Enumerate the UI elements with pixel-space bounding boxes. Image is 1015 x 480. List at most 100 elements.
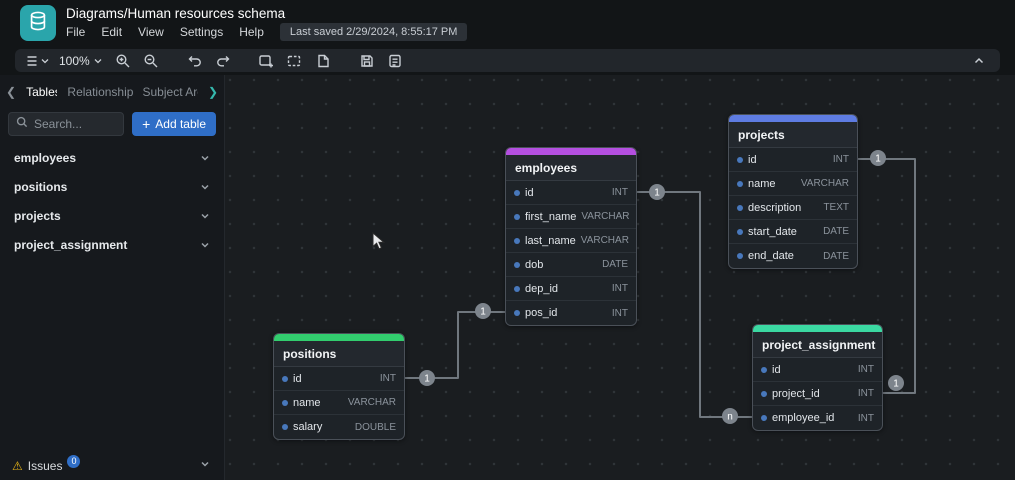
top-bar: Diagrams/Human resources schema File Edi… <box>0 0 1015 46</box>
issues-row[interactable]: ⚠ Issues 0 <box>0 452 224 480</box>
tabs-scroll-right-icon[interactable]: ❯ <box>208 86 218 98</box>
field-type: INT <box>611 187 628 198</box>
zoom-in-icon[interactable] <box>112 51 134 71</box>
field-key-icon <box>282 375 288 382</box>
field-key-icon <box>514 285 520 292</box>
field-name: dep_id <box>525 282 559 295</box>
field-name: pos_id <box>525 307 558 319</box>
issues-count-badge: 0 <box>67 454 81 468</box>
cardinality-badge: 1 <box>888 375 904 391</box>
sidebar-item-label: positions <box>14 179 68 194</box>
toolbar: 100% <box>15 49 1000 72</box>
table-field-row[interactable]: id INT <box>506 181 636 205</box>
field-name: id <box>293 372 302 385</box>
field-key-icon <box>737 180 743 187</box>
table-field-row[interactable]: id INT <box>274 367 404 391</box>
canvas[interactable]: 111n11 employees id INT first_name VARCHAR la… <box>225 75 1015 480</box>
table-field-row[interactable]: dep_id INT <box>506 277 636 301</box>
zoom-dropdown[interactable]: 100% <box>55 54 106 68</box>
tab-relationships[interactable]: Relationships <box>67 85 132 99</box>
table-name: project_assignment <box>753 332 882 358</box>
field-type: INT <box>379 373 396 384</box>
sidebar-item-projects[interactable]: projects <box>0 201 224 230</box>
table-field-row[interactable]: name VARCHAR <box>729 172 857 196</box>
search-icon <box>16 115 28 133</box>
field-key-icon <box>282 399 288 406</box>
add-table-button[interactable]: + Add table <box>132 112 216 136</box>
table-field-row[interactable]: id INT <box>753 358 882 382</box>
tab-tables[interactable]: Tables <box>26 85 57 99</box>
relationship-positions-employees[interactable] <box>405 311 505 379</box>
menu-file[interactable]: File <box>58 23 93 41</box>
add-table-icon[interactable] <box>256 51 278 71</box>
chevron-down-icon <box>201 184 209 190</box>
sidebar: ❮ Tables Relationships Subject Are ❯ + A… <box>0 75 225 480</box>
table-field-row[interactable]: salary DOUBLE <box>274 415 404 439</box>
add-area-icon[interactable] <box>284 51 306 71</box>
plus-icon: + <box>142 116 151 132</box>
diagram-table-projects[interactable]: projects id INT name VARCHAR description TEXT s… <box>728 114 858 269</box>
field-type: INT <box>832 154 849 165</box>
add-note-icon[interactable] <box>312 51 334 71</box>
database-icon <box>27 10 49 37</box>
cardinality-badge: n <box>722 408 738 424</box>
menu-settings[interactable]: Settings <box>172 23 231 41</box>
table-field-row[interactable]: id INT <box>729 148 857 172</box>
field-name: id <box>525 186 534 199</box>
field-key-icon <box>737 228 743 235</box>
table-field-row[interactable]: name VARCHAR <box>274 391 404 415</box>
field-key-icon <box>737 156 743 163</box>
search-input[interactable] <box>34 117 117 131</box>
table-field-row[interactable]: last_name VARCHAR <box>506 229 636 253</box>
menu-edit[interactable]: Edit <box>93 23 130 41</box>
table-field-row[interactable]: first_name VARCHAR <box>506 205 636 229</box>
chevron-down-icon <box>41 58 49 63</box>
diagram-table-positions[interactable]: positions id INT name VARCHAR salary DOUBLE <box>273 333 405 440</box>
sidebar-item-employees[interactable]: employees <box>0 143 224 172</box>
field-type: DATE <box>823 250 849 262</box>
field-name: start_date <box>748 225 797 238</box>
field-name: employee_id <box>772 412 835 424</box>
chevron-down-icon <box>94 58 102 63</box>
field-type: DOUBLE <box>354 421 396 433</box>
table-field-row[interactable]: start_date DATE <box>729 220 857 244</box>
table-color-strip <box>729 115 857 122</box>
table-color-strip <box>753 325 882 332</box>
diagram-table-employees[interactable]: employees id INT first_name VARCHAR last_name… <box>505 147 637 326</box>
collapse-header-icon[interactable] <box>968 51 990 71</box>
field-name: project_id <box>772 387 820 400</box>
menu-view[interactable]: View <box>130 23 172 41</box>
zoom-out-icon[interactable] <box>140 51 162 71</box>
svg-text:n: n <box>727 412 733 423</box>
menu-help[interactable]: Help <box>231 23 272 41</box>
field-type: VARCHAR <box>581 211 630 222</box>
search-box[interactable] <box>8 112 125 136</box>
table-field-row[interactable]: dob DATE <box>506 253 636 277</box>
diagram-table-project_assignment[interactable]: project_assignment id INT project_id INT empl… <box>752 324 883 431</box>
field-name: salary <box>293 421 323 433</box>
field-key-icon <box>761 390 767 397</box>
tab-subject-areas[interactable]: Subject Are <box>143 85 198 99</box>
field-key-icon <box>514 310 520 316</box>
table-field-row[interactable]: description TEXT <box>729 196 857 220</box>
cardinality-badge: 1 <box>419 370 435 386</box>
sidebar-item-project_assignment[interactable]: project_assignment <box>0 230 224 259</box>
redo-icon[interactable] <box>212 51 234 71</box>
diagram-list-icon[interactable] <box>25 51 49 71</box>
sidebar-item-positions[interactable]: positions <box>0 172 224 201</box>
svg-text:1: 1 <box>893 379 899 390</box>
table-field-row[interactable]: end_date DATE <box>729 244 857 268</box>
undo-icon[interactable] <box>184 51 206 71</box>
sidebar-tabs: ❮ Tables Relationships Subject Are ❯ <box>0 79 224 105</box>
save-icon[interactable] <box>356 51 378 71</box>
table-field-row[interactable]: pos_id INT <box>506 301 636 325</box>
search-row: + Add table <box>0 105 224 143</box>
field-name: name <box>748 177 776 190</box>
tabs-scroll-left-icon[interactable]: ❮ <box>6 86 16 98</box>
field-type: INT <box>857 364 874 375</box>
table-field-row[interactable]: employee_id INT <box>753 406 882 430</box>
field-name: end_date <box>748 250 794 262</box>
table-field-row[interactable]: project_id INT <box>753 382 882 406</box>
field-type: INT <box>857 412 874 424</box>
todo-list-icon[interactable] <box>384 51 406 71</box>
